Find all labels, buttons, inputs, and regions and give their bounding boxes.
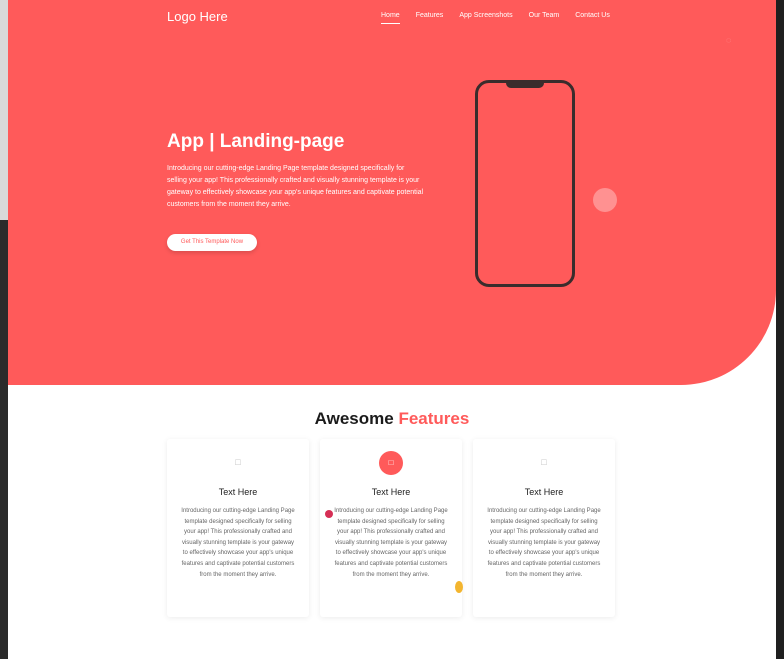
decorative-dot-yellow [455,581,463,593]
nav-app-screenshots[interactable]: App Screenshots [459,12,512,19]
hero-title: App | Landing-page [167,131,345,152]
feature-card-2: □ Text Here Introducing our cutting-edge… [320,439,462,617]
feature-card-text: Introducing our cutting-edge Landing Pag… [181,508,295,578]
features-heading: Awesome Features [8,409,776,429]
left-window-edge [0,0,8,659]
nav-contact-us[interactable]: Contact Us [575,12,610,19]
features-heading-prefix: Awesome [314,409,394,428]
feature-card-text: Introducing our cutting-edge Landing Pag… [334,508,448,578]
nav-our-team[interactable]: Our Team [529,12,560,19]
features-heading-accent: Features [398,409,470,428]
square-icon: □ [235,457,241,467]
decorative-dot-magenta [325,510,333,518]
sparkle-icon: ◌ [726,35,732,45]
nav-home[interactable]: Home [381,12,400,24]
top-nav: Home Features App Screenshots Our Team C… [381,12,610,24]
phone-notch [506,82,544,88]
square-icon: □ [541,457,547,467]
phone-mockup [475,80,575,287]
square-icon: □ [379,451,403,475]
feature-card-1: □ Text Here Introducing our cutting-edge… [167,439,309,617]
feature-card-title: Text Here [371,487,411,497]
feature-card-text: Introducing our cutting-edge Landing Pag… [487,508,601,578]
hero-section: Logo Here Home Features App Screenshots … [8,0,776,385]
decorative-circle [593,188,617,212]
nav-features[interactable]: Features [416,12,444,19]
feature-card-title: Text Here [524,487,564,497]
feature-card-title: Text Here [218,487,258,497]
right-window-edge [776,0,784,659]
get-template-button[interactable]: Get This Template Now [167,234,257,251]
feature-card-3: □ Text Here Introducing our cutting-edge… [473,439,615,617]
landing-page: Logo Here Home Features App Screenshots … [8,0,776,659]
hero-description: Introducing our cutting-edge Landing Pag… [167,165,424,208]
logo[interactable]: Logo Here [167,9,228,24]
